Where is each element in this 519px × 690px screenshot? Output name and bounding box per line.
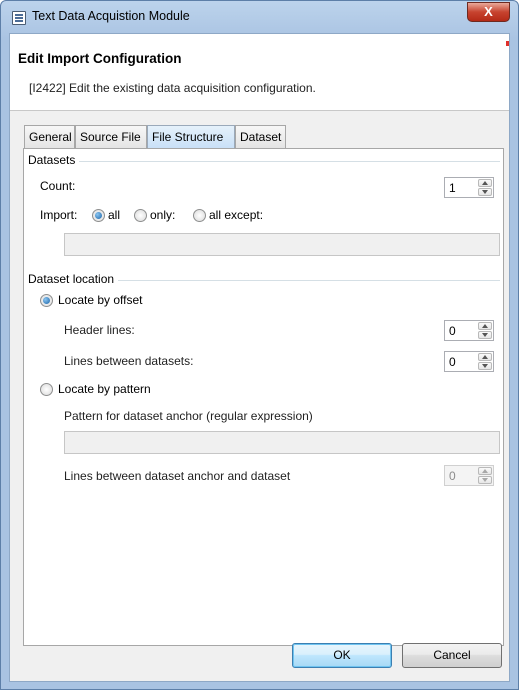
lines-between-datasets-arrows <box>478 353 492 370</box>
cancel-button[interactable]: Cancel <box>402 643 502 668</box>
dialog-client: Edit Import Configuration [I2422] Edit t… <box>9 33 510 682</box>
tab-dataset[interactable]: Dataset <box>235 125 286 148</box>
locate-by-offset-label[interactable]: Locate by offset <box>58 293 143 307</box>
anchor-lines-label: Lines between dataset anchor and dataset <box>64 469 291 483</box>
header-lines-value[interactable]: 0 <box>449 324 456 338</box>
import-all-label[interactable]: all <box>108 208 120 222</box>
anchor-lines-value[interactable]: 0 <box>449 469 456 483</box>
anchor-lines-increment-button[interactable] <box>478 467 492 475</box>
header-lines-decrement-button[interactable] <box>478 331 492 339</box>
datasets-group-label: Datasets <box>28 153 80 167</box>
count-increment-button[interactable] <box>478 179 492 187</box>
count-decrement-button[interactable] <box>478 188 492 196</box>
dialog-description: [I2422] Edit the existing data acquisiti… <box>29 81 316 95</box>
import-label: Import: <box>40 208 78 222</box>
pattern-anchor-field[interactable] <box>64 431 500 454</box>
header-lines-spinner[interactable]: 0 <box>444 320 494 341</box>
count-label: Count: <box>40 179 76 193</box>
anchor-lines-decrement-button[interactable] <box>478 476 492 484</box>
anchor-lines-arrows <box>478 467 492 484</box>
error-marker <box>506 41 509 46</box>
locate-by-pattern-radio[interactable] <box>40 383 53 396</box>
tab-general[interactable]: General <box>24 125 75 148</box>
import-all-radio[interactable] <box>92 209 105 222</box>
import-only-label[interactable]: only: <box>150 208 175 222</box>
anchor-lines-spinner[interactable]: 0 <box>444 465 494 486</box>
count-spinner-arrows <box>478 179 492 196</box>
import-all-except-radio[interactable] <box>193 209 206 222</box>
close-button[interactable]: X <box>467 2 510 22</box>
locate-by-pattern-label[interactable]: Locate by pattern <box>58 382 151 396</box>
locate-by-offset-radio[interactable] <box>40 294 53 307</box>
lines-between-datasets-decrement-button[interactable] <box>478 362 492 370</box>
pattern-anchor-label: Pattern for dataset anchor (regular expr… <box>64 409 313 423</box>
count-value[interactable]: 1 <box>449 181 456 195</box>
count-spinner[interactable]: 1 <box>444 177 494 198</box>
dialog-heading: Edit Import Configuration <box>18 51 182 66</box>
dataset-selection-field[interactable] <box>64 233 500 256</box>
dialog-header: Edit Import Configuration [I2422] Edit t… <box>10 34 509 111</box>
header-lines-label: Header lines: <box>64 323 135 337</box>
lines-between-datasets-value[interactable]: 0 <box>449 355 456 369</box>
datasets-separator <box>28 161 500 162</box>
lines-between-datasets-increment-button[interactable] <box>478 353 492 361</box>
title-bar[interactable]: Text Data Acquistion Module X <box>1 1 518 33</box>
dialog-window: Text Data Acquistion Module X Edit Impor… <box>0 0 519 690</box>
header-lines-arrows <box>478 322 492 339</box>
app-icon <box>12 11 26 25</box>
lines-between-datasets-label: Lines between datasets: <box>64 354 194 368</box>
location-group-label: Dataset location <box>28 272 119 286</box>
header-lines-increment-button[interactable] <box>478 322 492 330</box>
window-title: Text Data Acquistion Module <box>32 9 190 23</box>
tab-panel-file-structure: Datasets Count: 1 Import: all only: all … <box>23 148 504 646</box>
lines-between-datasets-spinner[interactable]: 0 <box>444 351 494 372</box>
import-all-except-label[interactable]: all except: <box>209 208 263 222</box>
import-only-radio[interactable] <box>134 209 147 222</box>
ok-button[interactable]: OK <box>292 643 392 668</box>
tab-file-structure[interactable]: File Structure <box>147 125 235 148</box>
tab-source-file[interactable]: Source File <box>75 125 147 148</box>
